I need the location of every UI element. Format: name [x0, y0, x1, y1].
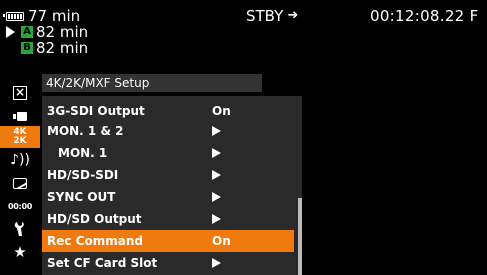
tab-timecode[interactable]: 00:00 [0, 195, 40, 217]
menu-item-value: On [212, 234, 231, 248]
submenu-arrow-icon [212, 148, 221, 158]
menu-sidebar: × 4K 2K ♪)) 00:00 ★ [0, 78, 40, 275]
menu-item-hd-sd-sdi[interactable]: HD/SD-SDI [42, 164, 294, 186]
wrench-icon [14, 221, 24, 236]
slot-b-badge: B [21, 42, 33, 54]
timecode: 00:12:08.22 F [370, 7, 479, 25]
rec-state-label: STBY [246, 7, 284, 25]
arrow-right-icon: ➜ [287, 8, 299, 23]
menu-item-3g-sdi-output[interactable]: 3G-SDI Output On [42, 100, 294, 122]
battery-icon [3, 11, 24, 21]
battery-time: 77 min [28, 7, 81, 25]
menu-item-value: On [212, 104, 231, 118]
display-icon [13, 177, 27, 189]
menu-item-set-cf-card-slot[interactable]: Set CF Card Slot [42, 252, 294, 274]
close-x-icon: × [13, 85, 27, 100]
menu-list: 3G-SDI Output On MON. 1 & 2 MON. 1 HD/SD… [42, 96, 302, 275]
slot-b-time: 82 min [36, 39, 89, 57]
tab-close[interactable]: × [0, 82, 40, 104]
tab-display[interactable] [0, 172, 40, 194]
status-bar: 77 min A 82 min B 82 min STBY ➜ 00:12:08… [0, 0, 487, 78]
rec-state: STBY ➜ [246, 8, 298, 24]
tab-audio[interactable]: ♪)) [0, 149, 40, 171]
menu-item-mon-1-2[interactable]: MON. 1 & 2 [42, 120, 294, 142]
tab-my-menu[interactable]: ★ [0, 241, 40, 263]
battery-indicator: 77 min [3, 7, 81, 25]
timecode-icon: 00:00 [8, 201, 32, 211]
menu-item-hd-sd-output[interactable]: HD/SD Output [42, 208, 294, 230]
submenu-arrow-icon [212, 214, 221, 224]
slot-a-badge: A [21, 26, 33, 38]
star-icon: ★ [13, 242, 27, 261]
submenu-arrow-icon [212, 258, 221, 268]
audio-icon: ♪)) [10, 152, 30, 168]
active-slot-icon [6, 26, 15, 38]
slot-a-indicator: A 82 min [6, 24, 88, 40]
camera-icon [13, 111, 27, 121]
tab-camera[interactable] [0, 105, 40, 127]
submenu-arrow-icon [212, 192, 221, 202]
menu-title: 4K/2K/MXF Setup [42, 74, 262, 92]
4k-2k-icon: 4K 2K [13, 127, 27, 146]
menu-item-sync-out[interactable]: SYNC OUT [42, 186, 294, 208]
slot-b-indicator: B 82 min [6, 40, 88, 56]
submenu-arrow-icon [212, 170, 221, 180]
tab-settings[interactable] [0, 218, 40, 240]
menu-item-mon-1[interactable]: MON. 1 [42, 142, 294, 164]
slot-a-time: 82 min [36, 23, 89, 41]
tab-4k-2k[interactable]: 4K 2K [0, 126, 40, 148]
submenu-arrow-icon [212, 126, 221, 136]
menu-item-rec-command[interactable]: Rec Command On [42, 230, 294, 252]
scrollbar-thumb[interactable] [298, 198, 302, 275]
